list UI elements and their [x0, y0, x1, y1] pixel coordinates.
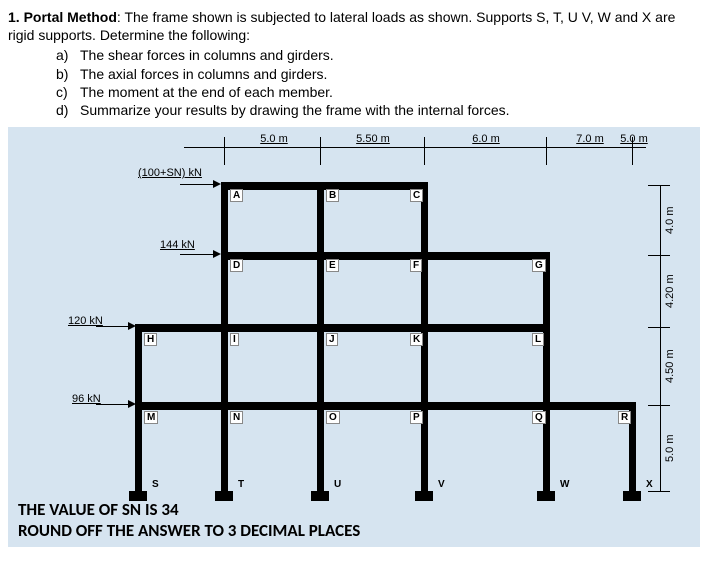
girder-top: [221, 182, 427, 190]
support-W: [537, 491, 555, 501]
node-S: S: [150, 479, 161, 490]
node-G: G: [532, 259, 546, 272]
node-Q: Q: [532, 411, 546, 424]
node-T: T: [236, 479, 246, 490]
node-I: I: [230, 333, 239, 346]
arrow-icon: [213, 250, 221, 258]
dim-top-1: 5.0 m: [226, 133, 322, 145]
subitem-b: b) The axial forces in columns and girde…: [56, 65, 700, 83]
dim-tick: [648, 327, 670, 328]
dim-tick: [424, 137, 425, 165]
support-X: [623, 491, 641, 501]
node-W: W: [558, 479, 571, 490]
dim-tick: [546, 137, 547, 165]
node-V: V: [436, 479, 447, 490]
dim-tick: [648, 491, 670, 492]
arrow-icon: [213, 180, 221, 188]
frame-figure: 5.0 m 5.50 m 6.0 m 7.0 m 5.0 m 4.0 m 4.2…: [8, 127, 700, 547]
node-U: U: [332, 479, 343, 490]
node-C: C: [410, 189, 423, 202]
dim-right-1: 4.0 m: [664, 187, 676, 253]
problem-number: 1.: [8, 9, 20, 25]
node-K: K: [410, 333, 423, 346]
node-A: A: [230, 189, 243, 202]
node-L: L: [532, 333, 544, 346]
col-W: [543, 252, 550, 494]
load-line-2: [180, 254, 214, 255]
load-line-4: [96, 404, 130, 405]
dim-top-3: 6.0 m: [426, 133, 546, 145]
node-D: D: [230, 259, 243, 272]
dim-line-top: [184, 147, 646, 148]
node-B: B: [326, 189, 339, 202]
load-line-3: [96, 326, 130, 327]
note-round: ROUND OFF THE ANSWER TO 3 DECIMAL PLACES: [18, 521, 360, 541]
dim-tick: [648, 185, 670, 186]
problem-subitems: a) The shear forces in columns and girde…: [56, 46, 700, 119]
dim-right-2: 4.20 m: [664, 257, 676, 325]
arrow-icon: [128, 322, 136, 330]
note-sn: THE VALUE OF SN IS 34: [18, 500, 360, 520]
load-line-1: [180, 184, 214, 185]
problem-title-bold: Portal Method: [24, 9, 117, 25]
node-H: H: [144, 333, 157, 346]
arrow-icon: [128, 400, 136, 408]
node-X: X: [644, 479, 655, 490]
subitem-a: a) The shear forces in columns and girde…: [56, 46, 700, 64]
dim-right-3: 4.50 m: [664, 329, 676, 403]
node-N: N: [230, 411, 243, 424]
node-E: E: [326, 259, 339, 272]
node-O: O: [326, 411, 340, 424]
girder-4: [135, 402, 635, 410]
girder-3: [135, 324, 549, 332]
dim-right-4: 5.0 m: [664, 407, 676, 489]
bottom-notes: THE VALUE OF SN IS 34 ROUND OFF THE ANSW…: [18, 500, 360, 541]
node-M: M: [144, 411, 158, 424]
load-1: (100+SN) kN: [138, 167, 202, 179]
col-S: [135, 324, 142, 494]
col-T: [221, 182, 228, 494]
col-U: [317, 182, 324, 494]
problem-statement: 1. Portal Method: The frame shown is sub…: [8, 8, 700, 119]
node-J: J: [326, 333, 338, 346]
subitem-d: d) Summarize your results by drawing the…: [56, 101, 700, 119]
dim-tick: [224, 137, 225, 165]
node-F: F: [410, 259, 422, 272]
load-2: 144 kN: [160, 239, 195, 251]
subitem-c: c) The moment at the end of each member.: [56, 83, 700, 101]
dim-top-2: 5.50 m: [322, 133, 424, 145]
dim-tick: [648, 255, 670, 256]
dim-top-5: 5.0 m: [592, 133, 676, 145]
support-V: [415, 491, 433, 501]
node-R: R: [618, 411, 631, 424]
girder-2: [221, 252, 549, 260]
dim-tick: [648, 405, 670, 406]
node-P: P: [410, 411, 423, 424]
dim-line-side: [660, 185, 661, 491]
